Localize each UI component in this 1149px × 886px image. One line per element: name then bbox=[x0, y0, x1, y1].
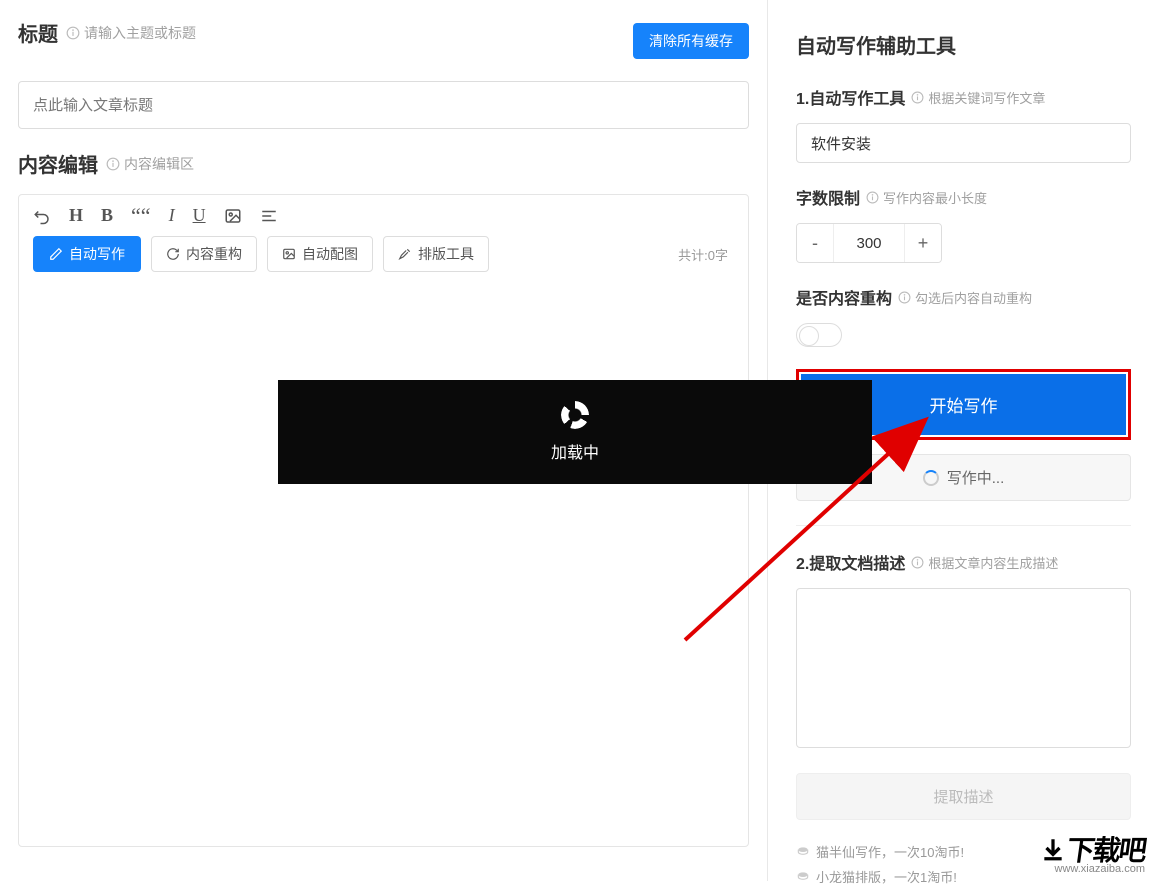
coin-icon bbox=[796, 870, 810, 884]
extract-desc-label: 2.提取文档描述 bbox=[796, 550, 905, 574]
divider bbox=[796, 525, 1131, 526]
word-count: 共计:0字 bbox=[678, 245, 734, 264]
clear-cache-button[interactable]: 清除所有缓存 bbox=[633, 23, 749, 59]
loading-overlay: 加载中 bbox=[278, 380, 872, 484]
restructure-toggle[interactable] bbox=[796, 323, 842, 347]
auto-write-tool-label: 1.自动写作工具 bbox=[796, 85, 905, 109]
download-arrow-icon bbox=[1040, 836, 1066, 862]
stepper-input[interactable] bbox=[833, 224, 905, 262]
title-hint: 请输入主题或标题 bbox=[66, 23, 196, 43]
underline-button[interactable]: U bbox=[193, 205, 206, 226]
info-icon bbox=[106, 157, 120, 171]
restructure-hint: 勾选后内容自动重构 bbox=[898, 288, 1032, 307]
word-limit-label: 字数限制 bbox=[796, 185, 860, 209]
restructure-button[interactable]: 内容重构 bbox=[151, 236, 257, 272]
bold-button[interactable]: B bbox=[101, 205, 113, 226]
stepper-plus-button[interactable]: + bbox=[905, 224, 941, 262]
content-edit-hint: 内容编辑区 bbox=[106, 154, 194, 174]
info-icon bbox=[898, 291, 911, 304]
auto-write-button[interactable]: 自动写作 bbox=[33, 236, 141, 272]
editor-textarea[interactable] bbox=[19, 286, 748, 846]
layout-tool-button[interactable]: 排版工具 bbox=[383, 236, 489, 272]
auto-write-tool-hint: 根据关键词写作文章 bbox=[911, 88, 1045, 107]
description-textarea[interactable] bbox=[796, 588, 1131, 748]
auto-image-button[interactable]: 自动配图 bbox=[267, 236, 373, 272]
spinner-icon bbox=[923, 470, 939, 486]
pencil-icon bbox=[49, 247, 63, 261]
watermark: 下载吧 www.xiazaiba.com bbox=[1036, 827, 1149, 875]
quote-button[interactable]: ““ bbox=[131, 209, 151, 223]
heading-button[interactable]: H bbox=[69, 205, 83, 226]
extract-description-button[interactable]: 提取描述 bbox=[796, 773, 1131, 820]
align-icon[interactable] bbox=[260, 207, 278, 225]
extract-desc-hint: 根据文章内容生成描述 bbox=[911, 553, 1058, 572]
italic-button[interactable]: I bbox=[169, 205, 175, 226]
info-icon bbox=[866, 191, 879, 204]
refresh-icon bbox=[166, 247, 180, 261]
word-limit-hint: 写作内容最小长度 bbox=[866, 188, 987, 207]
restructure-label: 是否内容重构 bbox=[796, 285, 892, 309]
loading-spinner-icon bbox=[561, 401, 589, 429]
undo-icon[interactable] bbox=[33, 207, 51, 225]
editor-container: H B ““ I U 自动写作 内容重构 bbox=[18, 194, 749, 847]
coin-icon bbox=[796, 845, 810, 859]
image-icon bbox=[282, 247, 296, 261]
title-section-label: 标题 bbox=[18, 18, 58, 47]
stepper-minus-button[interactable]: - bbox=[797, 224, 833, 262]
word-limit-stepper: - + bbox=[796, 223, 942, 263]
article-title-input[interactable] bbox=[18, 81, 749, 129]
keyword-input[interactable] bbox=[796, 123, 1131, 163]
tool-icon bbox=[398, 247, 412, 261]
info-icon bbox=[911, 91, 924, 104]
image-icon[interactable] bbox=[224, 207, 242, 225]
info-icon bbox=[911, 556, 924, 569]
loading-text: 加载中 bbox=[551, 439, 599, 463]
sidebar-title: 自动写作辅助工具 bbox=[796, 30, 1131, 59]
info-icon bbox=[66, 26, 80, 40]
content-edit-label: 内容编辑 bbox=[18, 149, 98, 178]
